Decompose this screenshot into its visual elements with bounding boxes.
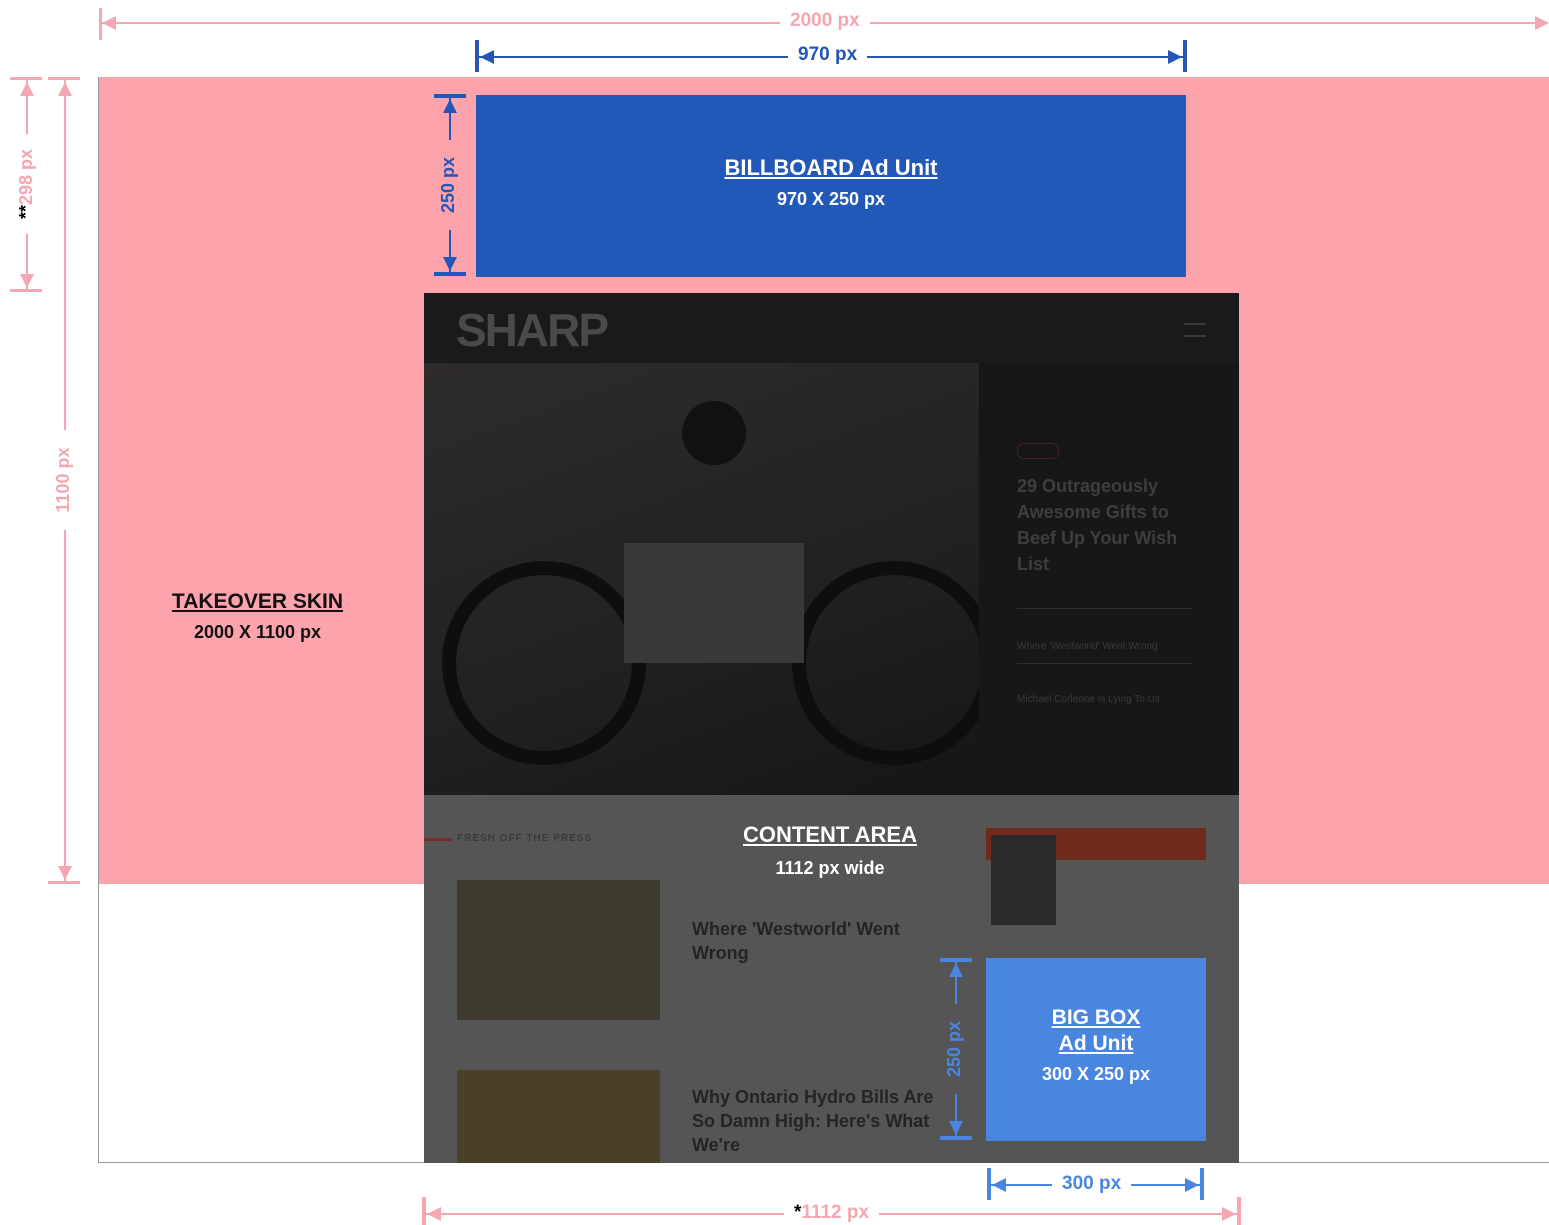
arrow-right-icon [1168, 50, 1182, 64]
bigbox-size: 300 X 250 px [1041, 1064, 1151, 1084]
skin-height-start-tick [48, 77, 80, 80]
arrow-left-icon [480, 50, 494, 64]
bigbox-width-start-tick [987, 1168, 991, 1200]
billboard-height-end-tick [434, 272, 466, 276]
hero-tag [1017, 443, 1059, 459]
billboard-title: BILLBOARD Ad Unit [724, 155, 938, 180]
side-divider [1017, 663, 1192, 664]
article-1-title: Where 'Westworld' Went Wrong [692, 919, 900, 963]
takeover-skin-label: TAKEOVER SKIN 2000 X 1100 px [150, 590, 365, 643]
top-offset-marker: ** [16, 205, 36, 220]
arrow-up-icon [949, 963, 963, 977]
billboard-height-start-tick [434, 94, 466, 98]
bigbox-height-start-tick [940, 958, 972, 962]
bigbox-width-end-tick [1200, 1168, 1204, 1200]
billboard-height-label: 250 px [438, 140, 462, 230]
article-1-image [457, 880, 660, 1020]
side-divider [1017, 608, 1192, 609]
billboard-width-end-tick [1183, 40, 1187, 72]
bigbox-title-line2: Ad Unit [1058, 1032, 1134, 1055]
arrow-down-icon [58, 866, 72, 880]
content-area-label: CONTENT AREA 1112 px wide [720, 822, 940, 879]
content-area-size: 1112 px wide [775, 858, 885, 878]
side-link-2: Michael Corleone Is Lying To Us [1017, 694, 1160, 705]
arrow-up-icon [443, 99, 457, 113]
skin-height-end-tick [48, 881, 80, 884]
section-label: FRESH OFF THE PRESS [457, 833, 593, 844]
top-offset-label: **298 px [16, 134, 40, 234]
hero-sidebar: 29 Outrageously Awesome Gifts to Beef Up… [979, 363, 1239, 795]
arrow-left-icon [427, 1207, 441, 1221]
bigbox-height-label: 250 px [944, 1004, 968, 1094]
nav-menu-icon [1184, 323, 1206, 337]
top-offset-end-tick [10, 289, 42, 292]
hero-image [424, 363, 979, 795]
skin-height-label: 1100 px [53, 430, 77, 530]
content-width-end-tick [1237, 1197, 1241, 1225]
billboard-ad-unit: BILLBOARD Ad Unit 970 X 250 px [476, 95, 1186, 277]
arrow-right-icon [1222, 1207, 1236, 1221]
top-offset-start-tick [10, 77, 42, 80]
total-width-label: 2000 px [780, 10, 870, 32]
bigbox-width-label: 300 px [1052, 1173, 1132, 1195]
big-box-ad-unit: BIG BOX Ad Unit 300 X 250 px [986, 958, 1206, 1141]
content-width-label: *1112 px [784, 1202, 880, 1224]
bigbox-height-end-tick [940, 1136, 972, 1140]
billboard-width-start-tick [475, 40, 479, 72]
side-link-1: Where 'Westworld' Went Wrong [1017, 641, 1158, 652]
content-width-start-tick [422, 1197, 426, 1225]
takeover-skin-title: TAKEOVER SKIN [171, 590, 344, 613]
arrow-down-icon [20, 274, 34, 288]
arrow-left-icon [102, 16, 116, 30]
arrow-down-icon [443, 257, 457, 271]
arrow-right-icon [1535, 16, 1549, 30]
billboard-size: 970 X 250 px [776, 189, 886, 209]
bigbox-title-line1: BIG BOX [1051, 1006, 1141, 1029]
hero-headline: 29 Outrageously Awesome Gifts to Beef Up… [1017, 476, 1178, 574]
section-marker [424, 838, 452, 841]
content-width-value: 1112 px [801, 1202, 870, 1223]
arrow-left-icon [992, 1178, 1006, 1192]
magazine-cover [991, 835, 1056, 925]
arrow-right-icon [1185, 1178, 1199, 1192]
arrow-up-icon [58, 82, 72, 96]
arrow-down-icon [949, 1121, 963, 1135]
bicycle-icon [442, 401, 979, 765]
billboard-width-label: 970 px [788, 44, 868, 66]
site-logo: SHARP [456, 304, 609, 356]
top-offset-value: 298 px [16, 148, 36, 206]
takeover-skin-size: 2000 X 1100 px [193, 622, 322, 642]
content-area-title: CONTENT AREA [743, 822, 917, 847]
arrow-up-icon [20, 82, 34, 96]
article-2-title: Why Ontario Hydro Bills Are So Damn High… [692, 1087, 934, 1155]
article-2-image [457, 1070, 660, 1163]
